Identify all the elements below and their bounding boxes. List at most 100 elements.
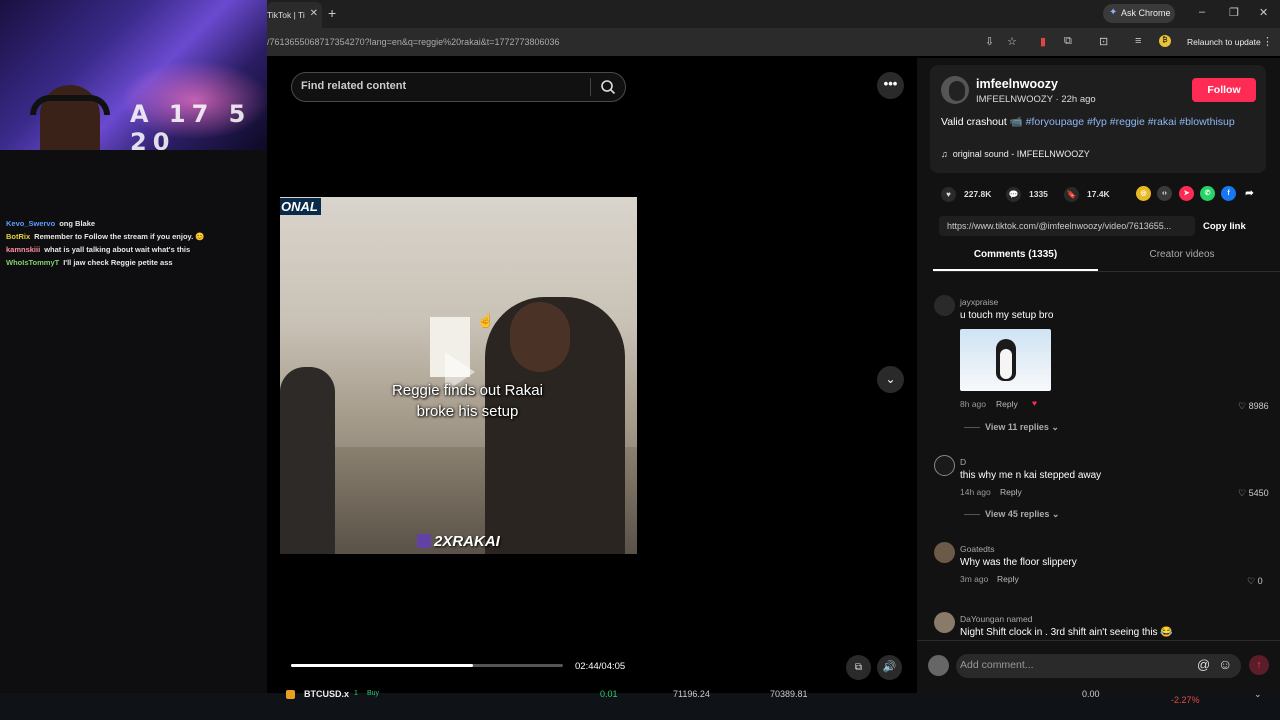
ticker-change: -2.27% xyxy=(1171,695,1200,705)
video-description: Valid crashout 📹 #foryoupage #fyp #reggi… xyxy=(941,116,1235,128)
replies-divider xyxy=(964,427,980,428)
comment-time: 3m ago xyxy=(960,574,989,584)
video-player[interactable] xyxy=(280,197,637,554)
reply-button[interactable]: Reply xyxy=(997,574,1019,584)
add-comment-input[interactable] xyxy=(960,659,1180,671)
ticker-volume: 0.01 xyxy=(600,689,618,699)
creator-liked-icon: ♥ xyxy=(1032,398,1038,408)
chat-message: Kevo_Swervo ong Blake xyxy=(6,219,96,228)
hashtag-link[interactable]: #rakai xyxy=(1148,116,1177,128)
comment-username[interactable]: jayxpraise xyxy=(960,297,998,307)
comment-username[interactable]: Goatedts xyxy=(960,544,995,554)
coin-icon[interactable]: ◎ xyxy=(1136,186,1151,201)
comment-likes[interactable]: ♡ 8986 xyxy=(1238,401,1269,412)
tab-comments[interactable]: Comments (1335) xyxy=(933,249,1098,260)
ticker-symbol[interactable]: BTCUSD.x xyxy=(304,689,349,699)
volume-icon[interactable]: 🔊 xyxy=(877,655,902,680)
menu-dots-icon[interactable]: ⋮ xyxy=(1262,35,1273,48)
comment-text: this why me n kai stepped away xyxy=(960,470,1102,481)
comment-avatar[interactable] xyxy=(934,455,955,476)
chevron-down-icon: ⌄ xyxy=(1051,422,1059,432)
creator-avatar[interactable] xyxy=(941,76,969,104)
comment-username[interactable]: DaYoungan named xyxy=(960,614,1032,624)
video-watermark: 2XRAKAI xyxy=(417,533,500,550)
comment-icon[interactable]: 💬 xyxy=(1006,187,1021,202)
jersey-numbers: A 17 5 20 xyxy=(130,100,252,150)
hashtag-link[interactable]: #reggie xyxy=(1110,116,1145,128)
install-icon[interactable]: ⇩ xyxy=(985,35,994,48)
minimize-icon[interactable]: – xyxy=(1199,6,1205,18)
chevron-down-icon: ⌄ xyxy=(1051,509,1060,519)
comment-likes[interactable]: ♡ 0 xyxy=(1247,576,1263,587)
facebook-icon[interactable]: f xyxy=(1221,186,1236,201)
profile-icon[interactable]: ₿ xyxy=(1159,35,1171,47)
video-face xyxy=(510,302,570,372)
close-tab-icon[interactable]: ✕ xyxy=(310,8,318,19)
video-banner-tag: ONAL xyxy=(280,198,321,215)
mention-icon[interactable]: @ xyxy=(1197,657,1210,672)
search-input[interactable] xyxy=(301,80,581,92)
reading-list-icon[interactable]: ≡ xyxy=(1135,35,1141,47)
comment-avatar[interactable] xyxy=(934,542,955,563)
tab-creator-videos[interactable]: Creator videos xyxy=(1098,249,1266,260)
heart-outline-icon: ♡ xyxy=(1247,576,1256,586)
share-arrow-icon[interactable]: ➦ xyxy=(1242,186,1257,201)
restore-icon[interactable]: ❐ xyxy=(1229,6,1239,19)
embed-icon[interactable]: ‹› xyxy=(1157,186,1172,201)
view-replies-button[interactable]: View 45 replies ⌄ xyxy=(985,509,1059,520)
view-replies-button[interactable]: View 11 replies ⌄ xyxy=(985,422,1059,433)
twitch-icon xyxy=(417,534,431,548)
whatsapp-icon[interactable]: ✆ xyxy=(1200,186,1215,201)
creator-username[interactable]: imfeelnwoozy xyxy=(976,77,1058,91)
hashtag-link[interactable]: #foryoupage xyxy=(1026,116,1084,128)
emoji-icon[interactable]: ☺ xyxy=(1218,656,1232,672)
ask-chrome-button[interactable]: ✦ Ask Chrome xyxy=(1103,4,1175,23)
video-caption: Reggie finds out Rakai broke his setup xyxy=(392,382,543,420)
comment-avatar[interactable] xyxy=(934,612,955,633)
screenshot-icon[interactable]: ⊡ xyxy=(1099,35,1108,48)
ticker-open: 71196.24 xyxy=(673,689,710,699)
sound-link[interactable]: ♫ original sound - IMFEELNWOOZY xyxy=(941,149,1090,159)
tab-title: TikTok | Ti xyxy=(267,10,305,20)
hashtag-link[interactable]: #blowthisup xyxy=(1179,116,1234,128)
copy-link-button[interactable]: Copy link xyxy=(1203,221,1246,232)
search-icon[interactable] xyxy=(600,79,616,95)
video-link-field[interactable]: https://www.tiktok.com/@imfeelnwoozy/vid… xyxy=(939,216,1195,236)
comment-text: u touch my setup bro xyxy=(960,310,1054,321)
search-divider xyxy=(590,78,591,96)
hashtag-link[interactable]: #fyp xyxy=(1087,116,1107,128)
comment-count: 1335 xyxy=(1029,189,1048,199)
next-video-chevron-icon[interactable]: ⌄ xyxy=(877,366,904,393)
bookmark-star-icon[interactable]: ☆ xyxy=(1007,35,1017,48)
comment-text: Why was the floor slippery xyxy=(960,557,1077,568)
bookmark-icon[interactable]: 🔖 xyxy=(1064,187,1079,202)
comment-likes[interactable]: ♡ 5450 xyxy=(1238,488,1269,499)
ticker-price: 70389.81 xyxy=(770,689,808,699)
close-window-icon[interactable]: ✕ xyxy=(1259,6,1268,19)
puzzle-icon[interactable]: ⧉ xyxy=(1064,35,1072,48)
more-options-icon[interactable]: ••• xyxy=(877,72,904,99)
reply-button[interactable]: Reply xyxy=(1000,487,1022,497)
tabs-divider xyxy=(933,271,1280,272)
replies-divider xyxy=(964,514,980,515)
comment-time: 8h ago xyxy=(960,399,986,409)
post-comment-button[interactable]: ↑ xyxy=(1249,655,1269,675)
like-heart-icon[interactable]: ♥ xyxy=(941,187,956,202)
comment-text: Night Shift clock in . 3rd shift ain't s… xyxy=(960,627,1173,638)
follow-button[interactable]: Follow xyxy=(1192,78,1256,102)
picture-in-picture-icon[interactable]: ⧉ xyxy=(846,655,871,680)
browser-tab[interactable]: TikTok | Ti ✕ xyxy=(267,2,322,28)
comment-username[interactable]: D xyxy=(960,457,966,467)
extension-icon[interactable]: ▮ xyxy=(1040,35,1046,48)
send-icon[interactable]: ➤ xyxy=(1179,186,1194,201)
chevron-down-icon[interactable]: ⌄ xyxy=(1254,689,1262,700)
relaunch-button[interactable]: Relaunch to update xyxy=(1187,37,1261,47)
reply-button[interactable]: Reply xyxy=(996,399,1018,409)
url-text[interactable]: /7613655068717354270?lang=en&q=reggie%20… xyxy=(267,37,560,47)
music-note-icon: ♫ xyxy=(941,149,948,159)
ticker-icon xyxy=(286,690,295,699)
sparkle-icon: ✦ xyxy=(1109,7,1118,18)
new-tab-icon[interactable]: + xyxy=(328,5,336,21)
comment-avatar[interactable] xyxy=(934,295,955,316)
comment-image[interactable] xyxy=(960,329,1051,391)
